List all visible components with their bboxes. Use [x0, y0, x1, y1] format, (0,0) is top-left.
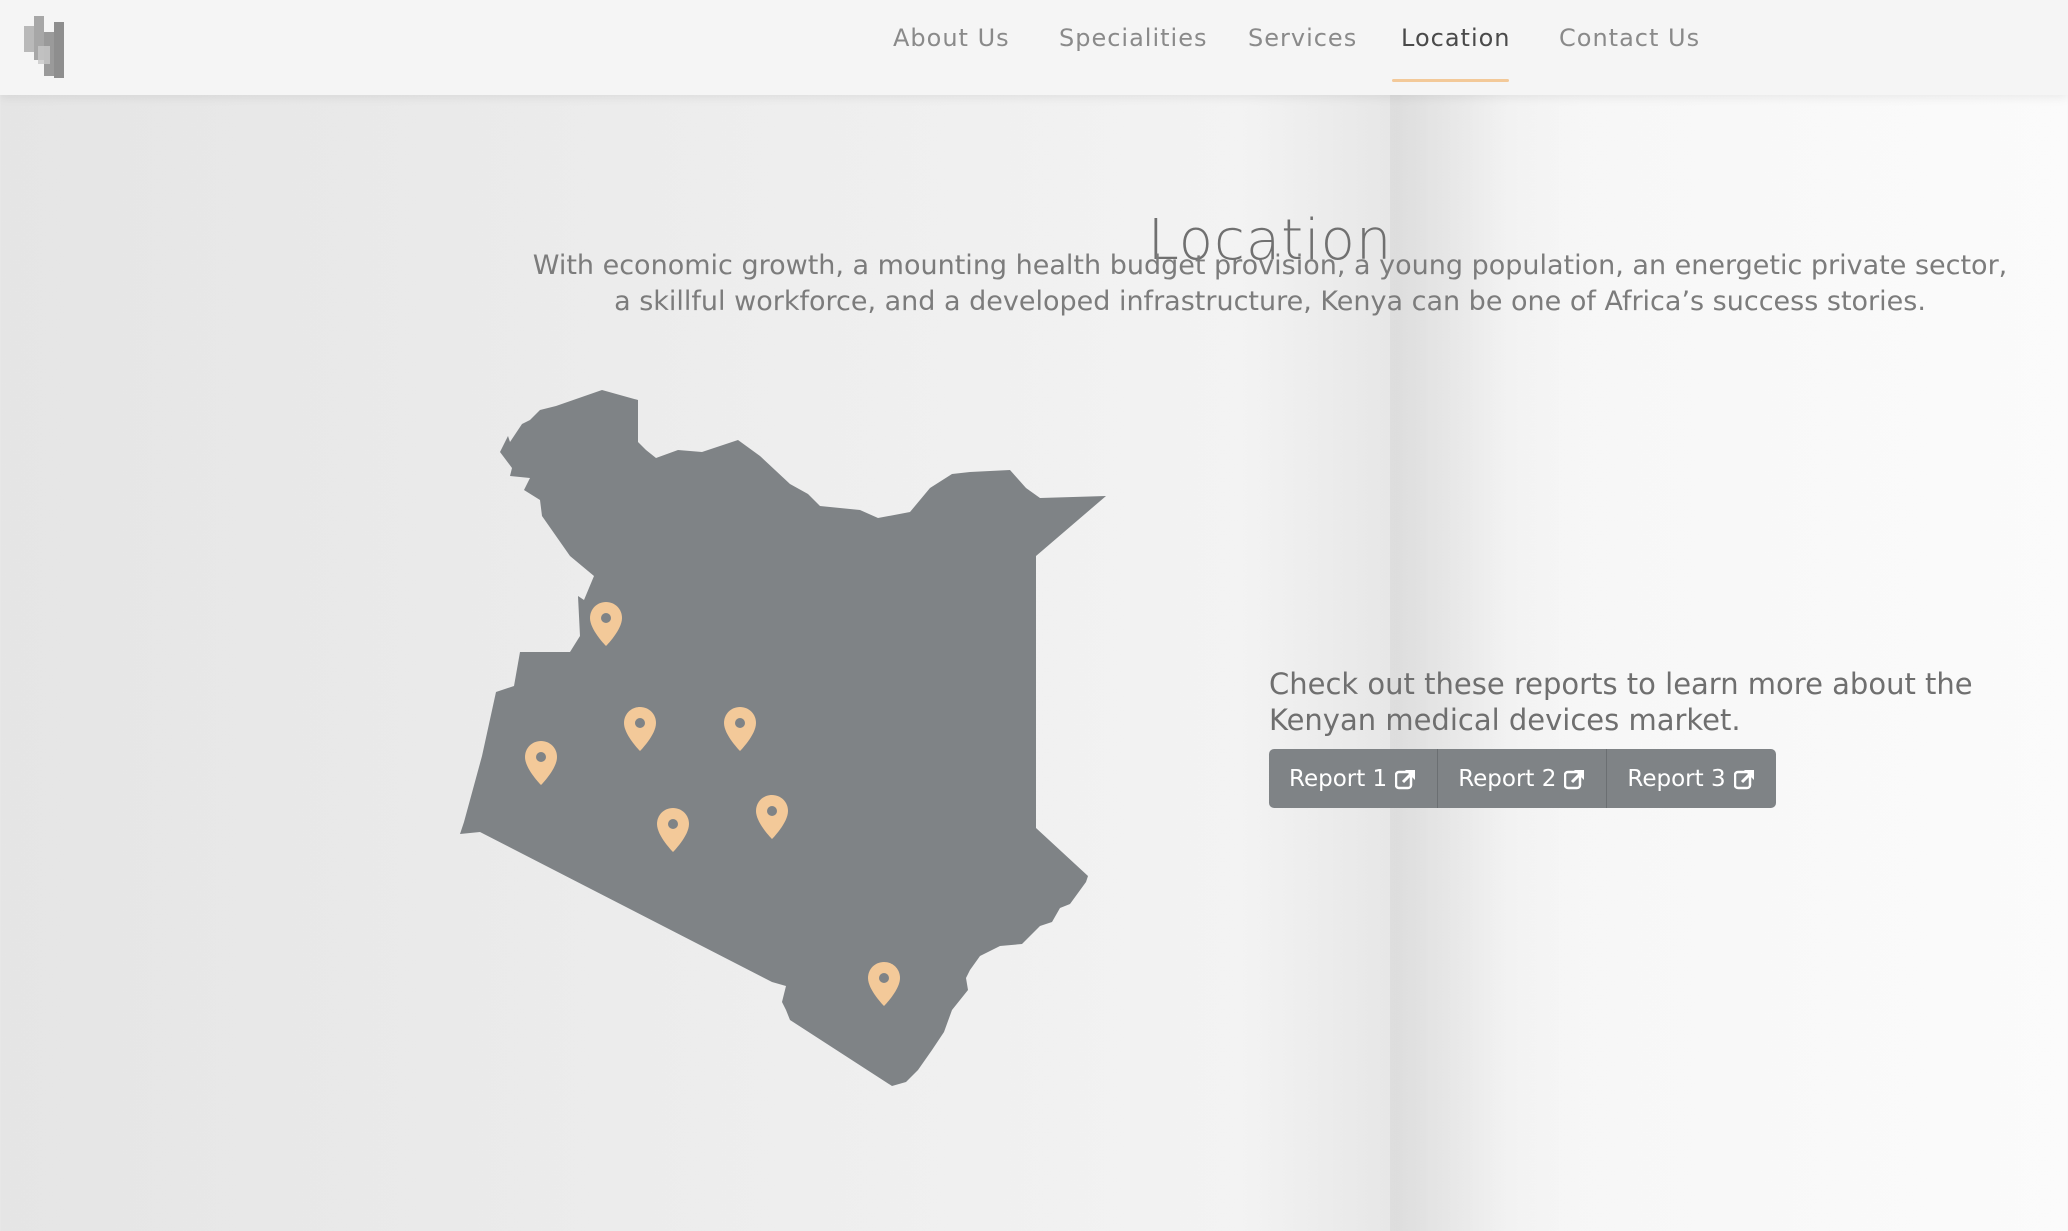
reports-description: Check out these reports to learn more ab… [1269, 667, 1973, 737]
report-2-label: Report 2 [1458, 765, 1557, 792]
nav-item-about-us[interactable]: About Us [893, 24, 1010, 84]
external-link-icon [1564, 768, 1586, 790]
kenya-map [460, 380, 1110, 1100]
building-logo-icon[interactable] [20, 12, 72, 80]
nav-item-location[interactable]: Location [1401, 24, 1511, 84]
intro-paragraph: With economic growth, a mounting health … [532, 250, 2008, 317]
top-navbar: About Us Specialities Services Location … [0, 0, 2068, 95]
external-link-icon [1733, 768, 1756, 790]
nav-item-contact-us[interactable]: Contact Us [1559, 24, 1700, 84]
reports-button-group: Report 1 Report 2 Report 3 [1269, 749, 1776, 808]
report-3-button[interactable]: Report 3 [1606, 749, 1775, 808]
report-1-label: Report 1 [1289, 765, 1388, 792]
kenya-shape [460, 390, 1106, 1086]
report-3-label: Report 3 [1627, 765, 1726, 792]
report-1-button[interactable]: Report 1 [1269, 749, 1437, 808]
report-2-button[interactable]: Report 2 [1437, 749, 1606, 808]
nav-item-specialities[interactable]: Specialities [1059, 24, 1208, 84]
nav-item-services[interactable]: Services [1248, 24, 1357, 84]
external-link-icon [1394, 768, 1417, 790]
active-nav-indicator [1392, 79, 1509, 82]
